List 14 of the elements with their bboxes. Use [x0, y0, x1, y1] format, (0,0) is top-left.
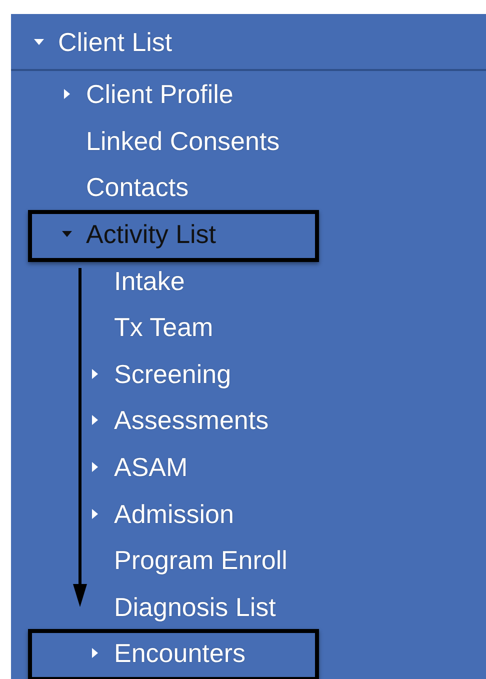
tree-item[interactable]: Client Profile [86, 81, 234, 108]
tree-item[interactable]: Linked Consents [86, 128, 280, 154]
tree-item[interactable]: Program Enroll [114, 547, 288, 574]
tree-header[interactable]: Client List [58, 28, 172, 54]
tree-item[interactable]: Tx Team [114, 314, 214, 340]
tree-item[interactable]: ASAM [114, 454, 188, 480]
tree-item[interactable]: Screening [114, 360, 232, 387]
tree-item[interactable]: Activity List [86, 221, 216, 248]
tree-item[interactable]: Encounters [114, 640, 246, 666]
tree-item[interactable]: Assessments [114, 407, 269, 434]
tree-item[interactable]: Contacts [86, 174, 189, 200]
tree-item[interactable]: Admission [114, 500, 234, 527]
tree-item[interactable]: Intake [114, 268, 185, 294]
tree-item[interactable]: Diagnosis List [114, 594, 276, 620]
